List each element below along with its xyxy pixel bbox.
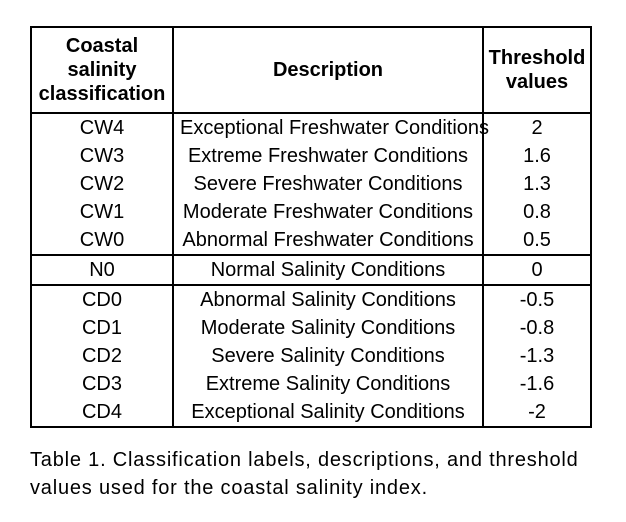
- table-header-row: Coastal salinity classification Descript…: [31, 27, 591, 113]
- table-row: CW2Severe Freshwater Conditions1.3: [31, 170, 591, 198]
- cell-classification: CW1: [31, 198, 173, 226]
- cell-description: Extreme Salinity Conditions: [173, 370, 483, 398]
- cell-description: Abnormal Salinity Conditions: [173, 285, 483, 314]
- cell-threshold: 0.5: [483, 226, 591, 255]
- cell-description: Normal Salinity Conditions: [173, 255, 483, 285]
- cell-classification: CW3: [31, 142, 173, 170]
- cell-classification: CD3: [31, 370, 173, 398]
- cell-classification: CW2: [31, 170, 173, 198]
- table-row: N0Normal Salinity Conditions0: [31, 255, 591, 285]
- cell-classification: CD2: [31, 342, 173, 370]
- cell-threshold: 1.6: [483, 142, 591, 170]
- cell-threshold: 0: [483, 255, 591, 285]
- cell-description: Severe Freshwater Conditions: [173, 170, 483, 198]
- cell-threshold: 2: [483, 113, 591, 142]
- table-row: CW0Abnormal Freshwater Conditions0.5: [31, 226, 591, 255]
- cell-description: Exceptional Freshwater Conditions: [173, 113, 483, 142]
- cell-classification: CW4: [31, 113, 173, 142]
- cell-classification: CD1: [31, 314, 173, 342]
- cell-threshold: -2: [483, 398, 591, 427]
- salinity-classification-table: Coastal salinity classification Descript…: [30, 26, 592, 428]
- cell-description: Abnormal Freshwater Conditions: [173, 226, 483, 255]
- cell-description: Extreme Freshwater Conditions: [173, 142, 483, 170]
- cell-classification: CW0: [31, 226, 173, 255]
- table-row: CW1Moderate Freshwater Conditions0.8: [31, 198, 591, 226]
- cell-classification: CD4: [31, 398, 173, 427]
- table-row: CD2Severe Salinity Conditions-1.3: [31, 342, 591, 370]
- cell-description: Moderate Salinity Conditions: [173, 314, 483, 342]
- header-description: Description: [173, 27, 483, 113]
- table-row: CD3Extreme Salinity Conditions-1.6: [31, 370, 591, 398]
- cell-classification: CD0: [31, 285, 173, 314]
- table-row: CD1Moderate Salinity Conditions-0.8: [31, 314, 591, 342]
- header-threshold: Threshold values: [483, 27, 591, 113]
- table-caption: Table 1. Classification labels, descript…: [30, 446, 592, 502]
- table-row: CD0Abnormal Salinity Conditions-0.5: [31, 285, 591, 314]
- table-row: CW3Extreme Freshwater Conditions1.6: [31, 142, 591, 170]
- cell-description: Moderate Freshwater Conditions: [173, 198, 483, 226]
- cell-threshold: -0.8: [483, 314, 591, 342]
- cell-threshold: -0.5: [483, 285, 591, 314]
- cell-threshold: 0.8: [483, 198, 591, 226]
- cell-threshold: 1.3: [483, 170, 591, 198]
- table-row: CD4Exceptional Salinity Conditions-2: [31, 398, 591, 427]
- cell-classification: N0: [31, 255, 173, 285]
- cell-description: Severe Salinity Conditions: [173, 342, 483, 370]
- cell-threshold: -1.6: [483, 370, 591, 398]
- cell-threshold: -1.3: [483, 342, 591, 370]
- table-row: CW4Exceptional Freshwater Conditions2: [31, 113, 591, 142]
- cell-description: Exceptional Salinity Conditions: [173, 398, 483, 427]
- header-classification: Coastal salinity classification: [31, 27, 173, 113]
